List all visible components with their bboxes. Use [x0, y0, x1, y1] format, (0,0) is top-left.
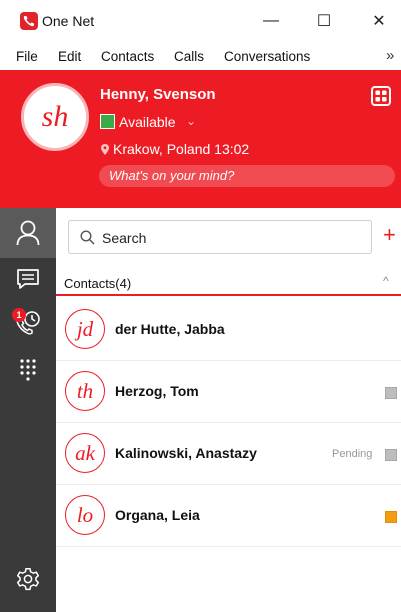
contacts-section-header[interactable]: Contacts(4) ^	[56, 270, 401, 296]
gear-icon	[16, 567, 40, 591]
contacts-panel: Search + Contacts(4) ^ jd der Hutte, Jab…	[56, 208, 401, 612]
dialpad-icon	[20, 359, 36, 381]
contacts-section-title: Contacts(4)	[64, 276, 132, 291]
contact-initials: jd	[76, 316, 94, 341]
menu-contacts[interactable]: Contacts	[101, 49, 154, 64]
status-indicator-icon	[100, 114, 115, 129]
presence-away-icon	[385, 511, 397, 523]
sidebar-item-dialpad[interactable]	[0, 358, 56, 382]
profile-header: sh Henny, Svenson Available ⌄ Krakow, Po…	[0, 70, 401, 208]
contact-name: Organa, Leia	[115, 507, 200, 523]
presence-offline-icon	[385, 449, 397, 461]
minimize-button[interactable]: —	[256, 8, 286, 34]
contact-initials: th	[76, 378, 94, 403]
location-text: Krakow, Poland 13:02	[113, 141, 250, 157]
sidebar-item-conversations[interactable]	[0, 268, 56, 290]
contact-avatar: ak	[65, 433, 105, 473]
contact-avatar: jd	[65, 309, 105, 349]
chat-icon	[17, 269, 39, 289]
pending-label: Pending	[332, 448, 373, 460]
user-name: Henny, Svenson	[100, 86, 216, 103]
menu-file[interactable]: File	[16, 49, 38, 64]
maximize-button[interactable]: ☐	[309, 8, 339, 34]
menu-conversations[interactable]: Conversations	[224, 49, 310, 64]
menu-calls[interactable]: Calls	[174, 49, 204, 64]
person-icon	[16, 220, 40, 246]
add-contact-button[interactable]: +	[383, 222, 396, 248]
app-title: One Net	[42, 13, 95, 29]
app-logo-icon	[20, 12, 38, 30]
close-button[interactable]: ✕	[364, 8, 394, 34]
contact-avatar: th	[65, 371, 105, 411]
location-pin-icon	[101, 144, 109, 155]
sidebar: 1	[0, 208, 56, 612]
sidebar-item-call-history[interactable]	[0, 310, 56, 336]
user-avatar[interactable]: sh	[21, 83, 89, 151]
contact-row[interactable]: lo Organa, Leia	[56, 485, 401, 547]
sidebar-item-settings[interactable]	[0, 566, 56, 592]
contact-name: Herzog, Tom	[115, 383, 199, 399]
user-avatar-initials: sh	[41, 100, 69, 133]
contact-row[interactable]: ak Kalinowski, Anastazy Pending	[56, 423, 401, 485]
menu-edit[interactable]: Edit	[58, 49, 81, 64]
contact-row[interactable]: jd der Hutte, Jabba	[56, 299, 401, 361]
chevron-down-icon[interactable]: ⌄	[186, 114, 196, 128]
contact-initials: lo	[76, 502, 94, 527]
sidebar-item-contacts[interactable]	[0, 208, 56, 258]
search-placeholder: Search	[102, 230, 147, 246]
search-icon	[80, 230, 95, 245]
contact-name: der Hutte, Jabba	[115, 321, 225, 337]
status-selector[interactable]: Available	[119, 114, 176, 130]
presence-offline-icon	[385, 387, 397, 399]
menu-overflow-button[interactable]: »	[386, 47, 394, 64]
collapse-icon[interactable]: ^	[383, 274, 389, 288]
contact-row[interactable]: th Herzog, Tom	[56, 361, 401, 423]
apps-grid-icon[interactable]	[371, 86, 391, 106]
call-history-badge: 1	[12, 308, 26, 322]
contact-name: Kalinowski, Anastazy	[115, 445, 257, 461]
search-input[interactable]: Search	[68, 220, 372, 254]
contact-initials: ak	[75, 440, 95, 465]
menu-bar: File Edit Contacts Calls Conversations »	[0, 44, 401, 70]
mood-message-input[interactable]: What's on your mind?	[99, 165, 395, 187]
contact-avatar: lo	[65, 495, 105, 535]
title-bar: One Net — ☐ ✕	[0, 0, 401, 44]
